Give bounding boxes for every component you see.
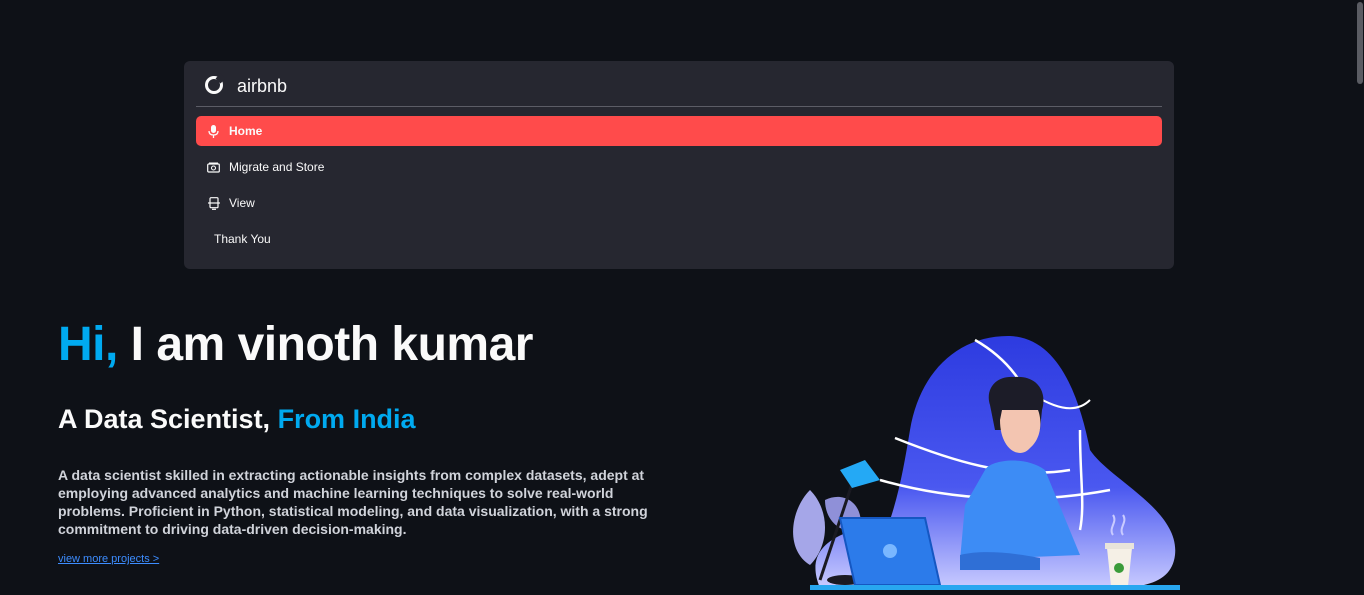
camera-box-icon (207, 161, 220, 174)
greeting: Hi, (58, 318, 118, 371)
hero-subtitle: A Data Scientist, From India (58, 404, 416, 435)
nav-item-view[interactable]: View (196, 188, 1162, 218)
hero-name: I am vinoth kumar (117, 318, 534, 371)
microphone-icon (207, 124, 220, 138)
hero-title: Hi, I am vinoth kumar (58, 317, 533, 372)
page-scrollbar[interactable] (1356, 0, 1364, 595)
hero-description: A data scientist skilled in extracting a… (58, 467, 648, 537)
nav-item-thank-you[interactable]: Thank You (196, 224, 1162, 254)
device-icon (207, 196, 220, 210)
developer-illustration (780, 330, 1190, 595)
nav-item-home[interactable]: Home (196, 116, 1162, 146)
navigation-menu: airbnb Home Migrate and Store View Thank… (184, 61, 1174, 269)
nav-item-label: Thank You (214, 232, 271, 246)
subtitle-prefix: A Data Scientist, (58, 404, 278, 434)
circle-logo-icon (205, 76, 223, 94)
menu-title: airbnb (237, 76, 288, 96)
menu-header: airbnb (196, 61, 1162, 107)
view-more-projects-link[interactable]: view more projects > (58, 553, 159, 565)
nav-item-migrate-and-store[interactable]: Migrate and Store (196, 152, 1162, 182)
scrollbar-thumb[interactable] (1357, 2, 1363, 84)
subtitle-accent: From India (277, 404, 416, 434)
nav-item-label: Migrate and Store (229, 160, 325, 174)
page: airbnb Home Migrate and Store View Thank… (0, 0, 1364, 595)
nav-item-label: View (229, 196, 255, 210)
nav-item-label: Home (229, 124, 263, 138)
